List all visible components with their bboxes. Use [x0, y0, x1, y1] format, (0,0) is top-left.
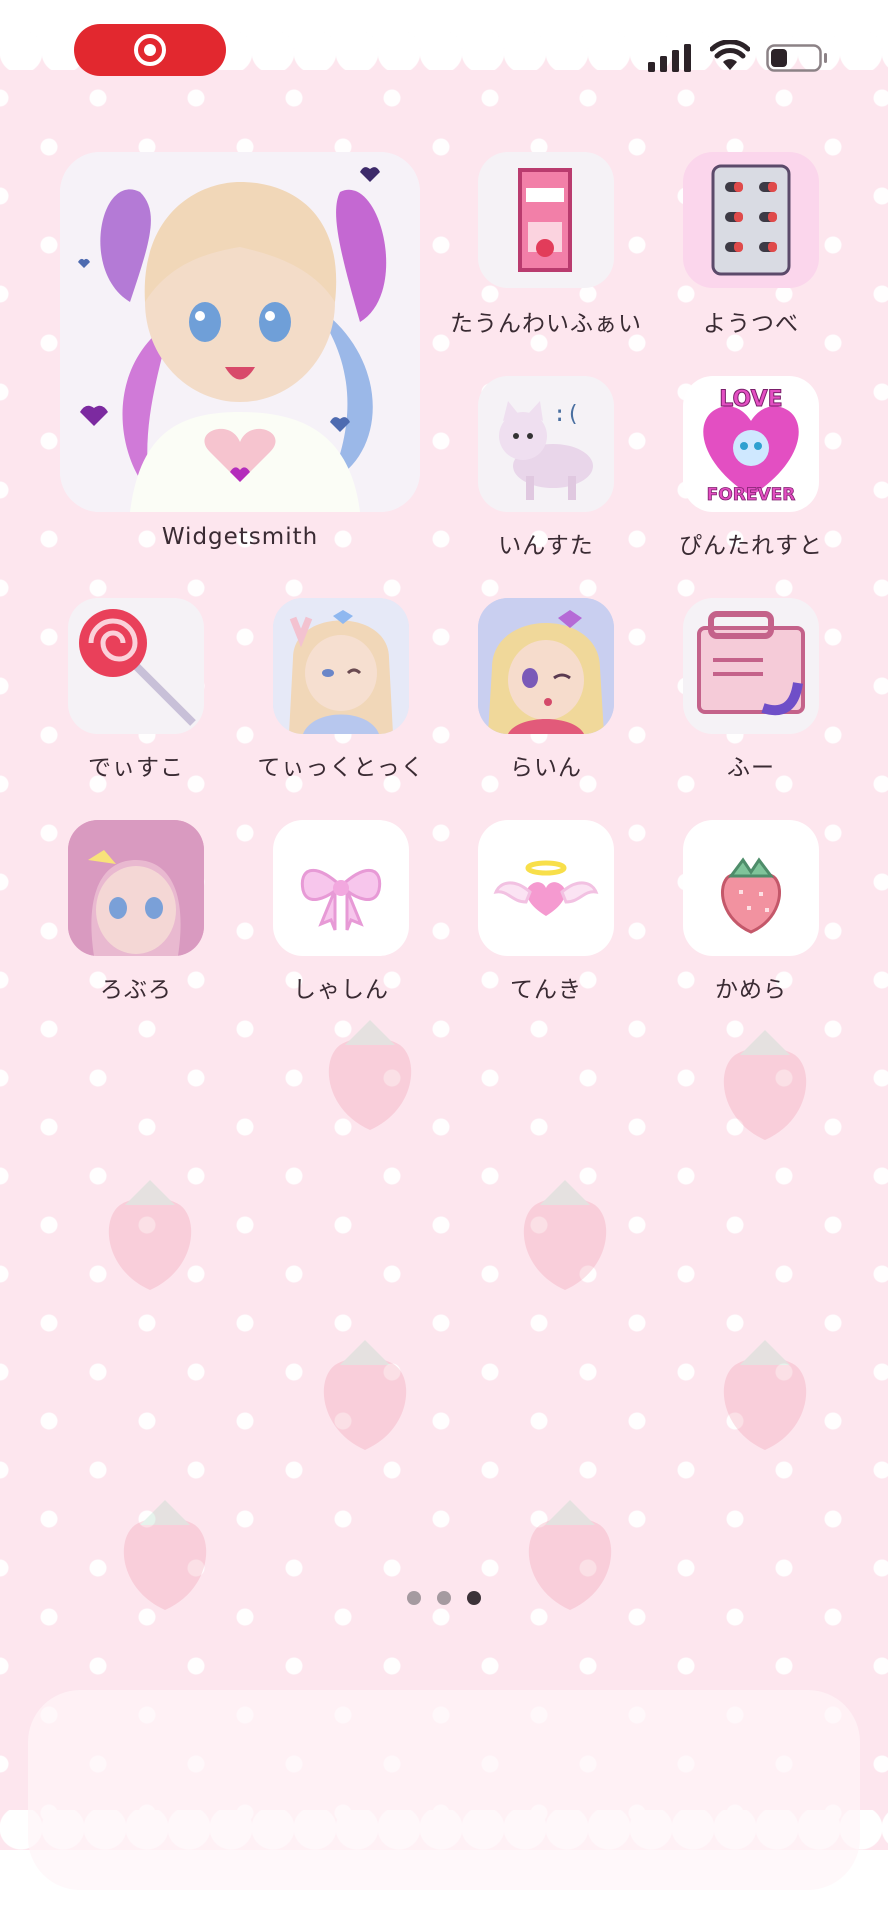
strawberry-pattern-icon	[723, 1340, 807, 1450]
page-dot-3[interactable]	[467, 1591, 481, 1605]
app-tatunwaifai[interactable]	[478, 152, 614, 288]
strawberry-pattern-icon	[723, 1030, 807, 1140]
dock	[28, 1690, 860, 1890]
svg-text:LOVE: LOVE	[719, 387, 782, 412]
app-label: ろぶろ	[100, 977, 172, 1003]
love-forever-cat-icon: LOVE FOREVER	[703, 387, 799, 505]
strawberry-icon	[721, 857, 781, 934]
battery-icon	[766, 44, 827, 72]
app-label: いんすた	[498, 533, 594, 559]
screen-recording-icon	[134, 34, 166, 66]
app-insta[interactable]: :(	[478, 376, 614, 512]
app-line[interactable]	[478, 598, 614, 734]
app-label: でぃすこ	[88, 755, 184, 781]
app-kamera[interactable]	[683, 820, 819, 956]
app-shashin[interactable]	[273, 820, 409, 956]
cellular-signal-icon	[648, 44, 691, 72]
widgetsmith-widget[interactable]	[60, 152, 420, 512]
pill-pack-icon	[711, 164, 791, 276]
strawberry-pattern-icon	[328, 1020, 412, 1130]
strawberry-pattern-icon	[108, 1180, 192, 1290]
widget-label: Widgetsmith	[161, 524, 319, 550]
svg-text:FOREVER: FOREVER	[707, 485, 796, 505]
app-disco[interactable]	[68, 598, 204, 734]
app-label: しゃしん	[293, 977, 389, 1003]
app-label: ふー	[727, 755, 775, 781]
app-label: てんき	[510, 977, 582, 1003]
sad-cat-icon: :(	[499, 401, 593, 500]
screen-recording-indicator[interactable]	[74, 24, 226, 76]
page-indicator	[0, 1590, 888, 1609]
app-youtsube[interactable]	[683, 152, 819, 288]
anime-girl-peace-icon	[273, 598, 409, 734]
app-pintarest[interactable]: LOVE FOREVER	[683, 376, 819, 512]
app-label: てぃっくとっく	[257, 755, 425, 781]
app-label: たうんわいふぁい	[450, 311, 642, 337]
pocky-box-icon	[518, 168, 572, 272]
app-tiktok[interactable]	[273, 598, 409, 734]
winged-heart-icon	[493, 860, 599, 916]
app-label: かめら	[715, 977, 787, 1003]
anime-girl-wink-icon	[478, 598, 614, 734]
app-roburo[interactable]	[68, 820, 204, 956]
lollipop-icon	[79, 609, 196, 726]
ribbon-bow-icon	[300, 868, 382, 931]
page-dot-2[interactable]	[437, 1591, 451, 1605]
strawberry-pattern-icon	[323, 1340, 407, 1450]
folder-letter-icon	[697, 611, 805, 716]
status-bar	[0, 0, 888, 110]
app-label: らいん	[510, 755, 582, 781]
app-fu[interactable]	[683, 598, 819, 734]
app-tenki[interactable]	[478, 820, 614, 956]
anime-girl-heart-hands-icon	[60, 152, 420, 512]
strawberry-pattern-icon	[523, 1180, 607, 1290]
svg-text::(: :(	[553, 402, 580, 427]
anime-girl-closeup-icon	[68, 820, 204, 956]
page-dot-1[interactable]	[407, 1591, 421, 1605]
app-label: ぴんたれすと	[679, 533, 823, 559]
wifi-icon	[710, 40, 750, 70]
app-label: ようつべ	[703, 311, 799, 337]
